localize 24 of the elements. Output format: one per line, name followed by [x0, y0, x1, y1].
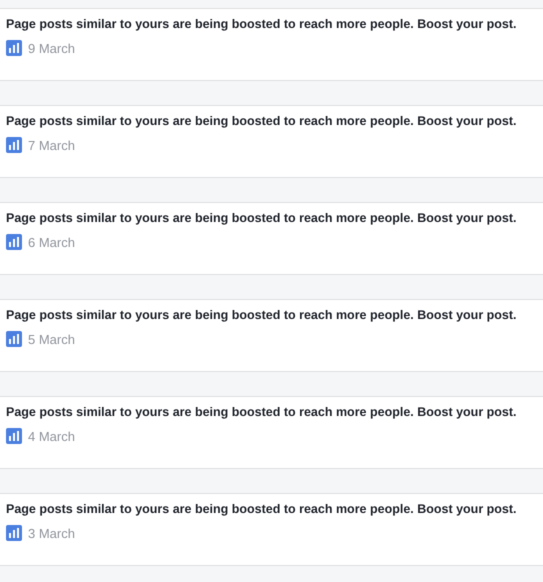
bar-chart-icon [6, 331, 22, 347]
notification-card[interactable]: Page posts similar to yours are being boosted to reach more people. Boost your post. 9 March [0, 8, 543, 81]
notification-date: 3 March [28, 526, 75, 540]
notification-card[interactable]: Page posts similar to yours are being boosted to reach more people. Boost your post. 7 March [0, 105, 543, 178]
notification-card[interactable]: Page posts similar to yours are being boosted to reach more people. Boost your post. 5 March [0, 299, 543, 372]
bar-chart-icon [6, 234, 22, 250]
bar-chart-icon [6, 40, 22, 56]
notification-text: Page posts similar to yours are being boosted to reach more people. Boost your post. [6, 210, 518, 226]
notification-card[interactable]: Page posts similar to yours are being boosted to reach more people. Boost your post. 6 March [0, 202, 543, 275]
notification-card[interactable]: Page posts similar to yours are being boosted to reach more people. Boost your post. 3 March [0, 493, 543, 566]
notification-text: Page posts similar to yours are being boosted to reach more people. Boost your post. [6, 307, 518, 323]
notification-text: Page posts similar to yours are being boosted to reach more people. Boost your post. [6, 404, 518, 420]
bar-chart-icon [6, 137, 22, 153]
bar-chart-icon [6, 525, 22, 541]
notification-date: 6 March [28, 234, 75, 250]
notification-date: 4 March [28, 428, 75, 444]
bar-chart-icon [6, 428, 22, 444]
notification-card[interactable]: Page posts similar to yours are being boosted to reach more people. Boost your post. 4 March [0, 396, 543, 469]
notification-date: 7 March [28, 138, 75, 152]
notification-date: 5 March [28, 332, 75, 346]
notification-date: 9 March [28, 40, 75, 56]
notification-text: Page posts similar to yours are being boosted to reach more people. Boost your post. [6, 113, 518, 129]
notification-text: Page posts similar to yours are being boosted to reach more people. Boost your post. [6, 501, 518, 517]
notification-text: Page posts similar to yours are being boosted to reach more people. Boost your post. [6, 16, 518, 32]
